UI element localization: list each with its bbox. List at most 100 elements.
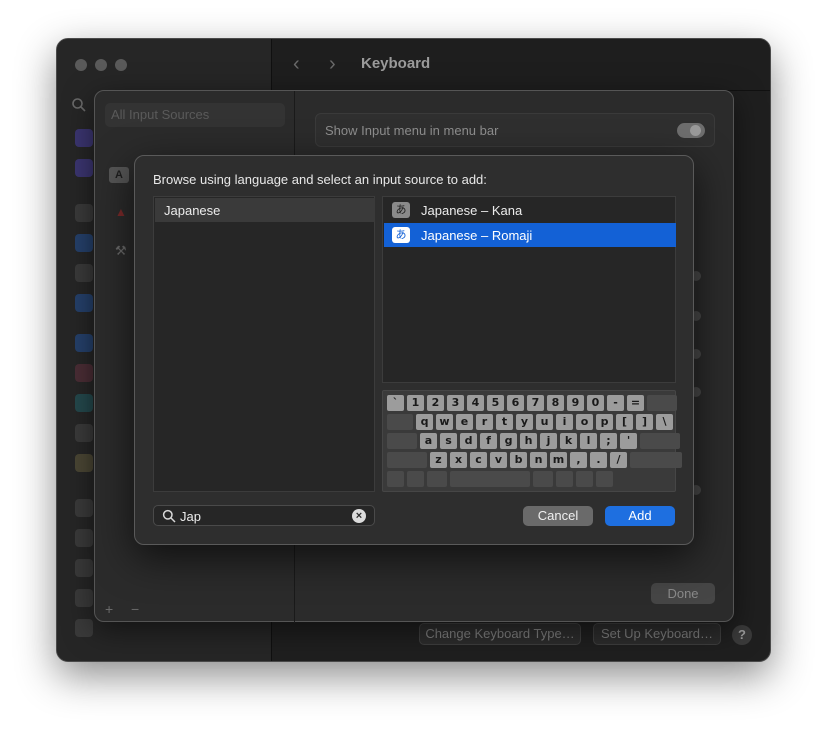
keyboard-key: =	[627, 395, 644, 411]
show-input-menu-label: Show Input menu in menu bar	[325, 123, 499, 138]
keyboard-key: ]	[636, 414, 653, 430]
sidebar-app-icon[interactable]	[75, 619, 93, 637]
keyboard-modifier-key	[387, 433, 417, 449]
keyboard-key: d	[460, 433, 477, 449]
keyboard-key: k	[560, 433, 577, 449]
keyboard-key: u	[536, 414, 553, 430]
add-input-source-button[interactable]: +	[105, 601, 113, 617]
window-toolbar	[272, 39, 770, 91]
sidebar-app-icon[interactable]	[75, 394, 93, 412]
dialog-title: Browse using language and select an inpu…	[153, 172, 487, 187]
input-source-label: Japanese – Kana	[421, 203, 523, 218]
search-input[interactable]	[180, 508, 340, 524]
sidebar-app-icon[interactable]	[75, 559, 93, 577]
clear-search-icon[interactable]: ×	[352, 509, 366, 523]
keyboard-key: 3	[447, 395, 464, 411]
keyboard-modifier-key	[450, 471, 530, 487]
keyboard-key: a	[420, 433, 437, 449]
sidebar-app-icon[interactable]	[75, 499, 93, 517]
keyboard-key: [	[616, 414, 633, 430]
sidebar-app-icon[interactable]	[75, 294, 93, 312]
search-field[interactable]: ×	[153, 505, 375, 526]
keyboard-key: n	[530, 452, 547, 468]
keyboard-key: j	[540, 433, 557, 449]
keyboard-modifier-key	[427, 471, 447, 487]
keyboard-key: h	[520, 433, 537, 449]
set-up-keyboard-button[interactable]: Set Up Keyboard…	[593, 623, 721, 645]
keyboard-row: q w e r t y u i o p[] \	[387, 414, 673, 431]
keyboard-modifier-key	[596, 471, 613, 487]
close-window-button[interactable]	[75, 59, 87, 71]
keyboard-modifier-key	[647, 395, 677, 411]
input-source-item-kana[interactable]: あ Japanese – Kana	[384, 198, 676, 222]
input-source-flag-icon: ▲	[115, 205, 127, 219]
keyboard-key: /	[610, 452, 627, 468]
language-item-japanese[interactable]: Japanese	[155, 198, 375, 222]
keyboard-key: r	[476, 414, 493, 430]
search-icon[interactable]	[71, 97, 87, 113]
keyboard-key: 2	[427, 395, 444, 411]
keyboard-key: ,	[570, 452, 587, 468]
keyboard-key: z	[430, 452, 447, 468]
keyboard-key: m	[550, 452, 567, 468]
keyboard-modifier-key	[556, 471, 573, 487]
sidebar-app-icon[interactable]	[75, 364, 93, 382]
keyboard-row: ` 1 2 3 4 5 6 7 8 9 0- =	[387, 395, 677, 412]
input-source-item-romaji[interactable]: あ Japanese – Romaji	[384, 223, 676, 247]
sidebar-app-icon[interactable]	[75, 589, 93, 607]
keyboard-key: q	[416, 414, 433, 430]
language-list: Japanese	[153, 196, 375, 492]
keyboard-key: 6	[507, 395, 524, 411]
keyboard-key: v	[490, 452, 507, 468]
minimize-window-button[interactable]	[95, 59, 107, 71]
sidebar-app-icon[interactable]	[75, 454, 93, 472]
change-keyboard-type-button[interactable]: Change Keyboard Type…	[419, 623, 581, 645]
keyboard-key: 1	[407, 395, 424, 411]
cancel-button[interactable]: Cancel	[523, 506, 593, 526]
sidebar-app-icon[interactable]	[75, 234, 93, 252]
keyboard-key: c	[470, 452, 487, 468]
keyboard-row: z x c v b n m,. /	[387, 452, 682, 469]
keyboard-layout-preview: ` 1 2 3 4 5 6 7 8 9 0- = q w e r t y u i o p[] \ a s d f g h j k l; ' …	[382, 390, 682, 492]
sidebar-app-icon[interactable]	[75, 129, 93, 147]
keyboard-key: \	[656, 414, 673, 430]
search-icon	[162, 509, 176, 523]
add-button[interactable]: Add	[605, 506, 675, 526]
add-input-source-dialog: Browse using language and select an inpu…	[134, 155, 694, 545]
input-source-label: Japanese – Romaji	[421, 228, 533, 243]
sidebar-app-icon[interactable]	[75, 529, 93, 547]
keyboard-key: 9	[567, 395, 584, 411]
done-button[interactable]: Done	[651, 583, 715, 604]
keyboard-key: e	[456, 414, 473, 430]
keyboard-modifier-key	[576, 471, 593, 487]
keyboard-key: o	[576, 414, 593, 430]
hiragana-a-icon: あ	[392, 227, 410, 243]
keyboard-key: y	[516, 414, 533, 430]
window-title: Keyboard	[361, 55, 431, 72]
keyboard-key: t	[496, 414, 513, 430]
sidebar-app-icon[interactable]	[75, 424, 93, 442]
sidebar-app-icon[interactable]	[75, 159, 93, 177]
all-input-sources-item[interactable]: All Input Sources	[105, 103, 285, 127]
keyboard-key: -	[607, 395, 624, 411]
keyboard-key: ;	[600, 433, 617, 449]
keyboard-key: f	[480, 433, 497, 449]
keyboard-key: 5	[487, 395, 504, 411]
sidebar-app-icon[interactable]	[75, 204, 93, 222]
keyboard-key: i	[556, 414, 573, 430]
keyboard-modifier-key	[387, 471, 404, 487]
sidebar-app-icon[interactable]	[75, 334, 93, 352]
keyboard-key: '	[620, 433, 637, 449]
sidebar-app-icon[interactable]	[75, 264, 93, 282]
keyboard-key: 0	[587, 395, 604, 411]
input-source-a-icon: A	[109, 167, 129, 183]
keyboard-row	[387, 471, 613, 488]
zoom-window-button[interactable]	[115, 59, 127, 71]
keyboard-modifier-key	[387, 452, 427, 468]
keyboard-key: s	[440, 433, 457, 449]
help-button[interactable]: ?	[732, 625, 752, 645]
remove-input-source-button[interactable]: −	[131, 601, 139, 617]
keyboard-key: `	[387, 395, 404, 411]
back-chevron-icon[interactable]: ‹	[293, 53, 300, 76]
forward-chevron-icon[interactable]: ›	[329, 53, 336, 76]
